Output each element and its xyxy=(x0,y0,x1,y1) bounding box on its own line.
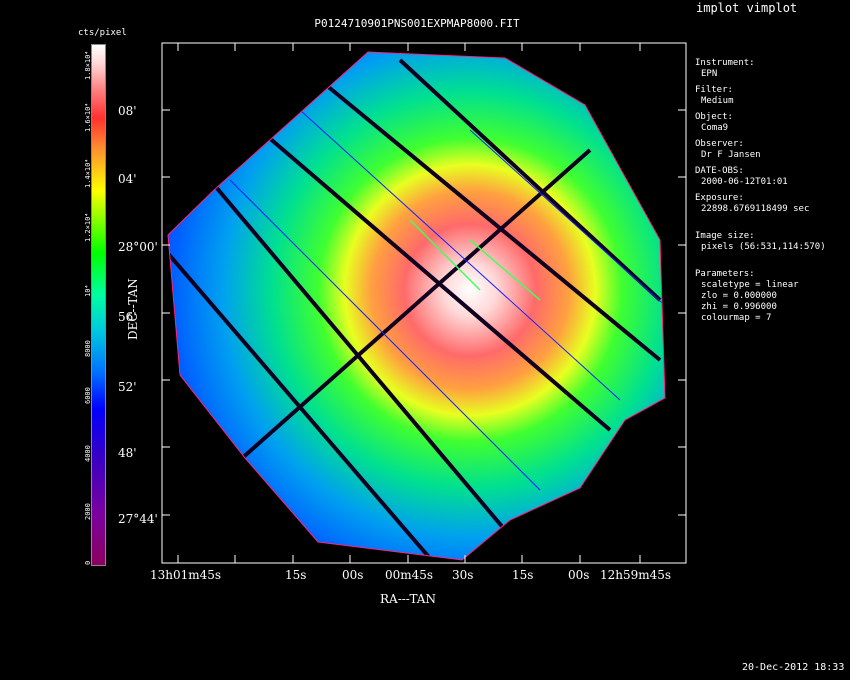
date-value: 2000-06-12T01:01 xyxy=(701,177,788,187)
instrument-label: Instrument: xyxy=(695,58,755,68)
x-tick-label: 00m45s xyxy=(385,568,434,582)
object-label: Object: xyxy=(695,112,733,122)
parameters-label: Parameters: xyxy=(695,269,755,279)
x-tick-label: 00s xyxy=(568,568,590,582)
date-label: DATE-OBS: xyxy=(695,166,744,176)
detector-image xyxy=(168,52,665,560)
observer-value: Dr F Jansen xyxy=(701,150,761,160)
y-tick-label: 27°44' xyxy=(118,512,158,526)
colourmap-value: colourmap = 7 xyxy=(701,313,772,323)
image-size-value: pixels (56:531,114:570) xyxy=(701,242,826,252)
zhi-value: zhi = 0.996000 xyxy=(701,302,777,312)
scaletype-value: scaletype = linear xyxy=(701,280,799,290)
x-axis-label: RA---TAN xyxy=(380,592,436,606)
filter-value: Medium xyxy=(701,96,734,106)
x-tick-label: 30s xyxy=(452,568,474,582)
x-tick-label: 15s xyxy=(285,568,307,582)
x-tick-label: 00s xyxy=(342,568,364,582)
timestamp: 20-Dec-2012 18:33 xyxy=(742,662,845,673)
observer-label: Observer: xyxy=(695,139,744,149)
info-panel: Instrument: EPN Filter: Medium Object: C… xyxy=(695,58,845,324)
filter-label: Filter: xyxy=(695,85,733,95)
x-tick-label: 15s xyxy=(512,568,534,582)
x-tick-label: 12h59m45s xyxy=(600,568,672,582)
y-tick-label: 04' xyxy=(118,172,137,186)
y-axis-label: DEC--TAN xyxy=(126,278,140,340)
zlo-value: zlo = 0.000000 xyxy=(701,291,777,301)
exposure-label: Exposure: xyxy=(695,193,744,203)
image-size-label: Image size: xyxy=(695,231,755,241)
object-value: Coma9 xyxy=(701,123,729,133)
y-tick-label: 28°00' xyxy=(118,240,158,254)
exposure-value: 22898.6769118499 sec xyxy=(701,204,810,214)
instrument-value: EPN xyxy=(701,69,718,79)
y-tick-label: 48' xyxy=(118,446,137,460)
y-tick-label: 08' xyxy=(118,104,137,118)
y-tick-label: 52' xyxy=(118,380,137,394)
x-tick-label: 13h01m45s xyxy=(150,568,222,582)
